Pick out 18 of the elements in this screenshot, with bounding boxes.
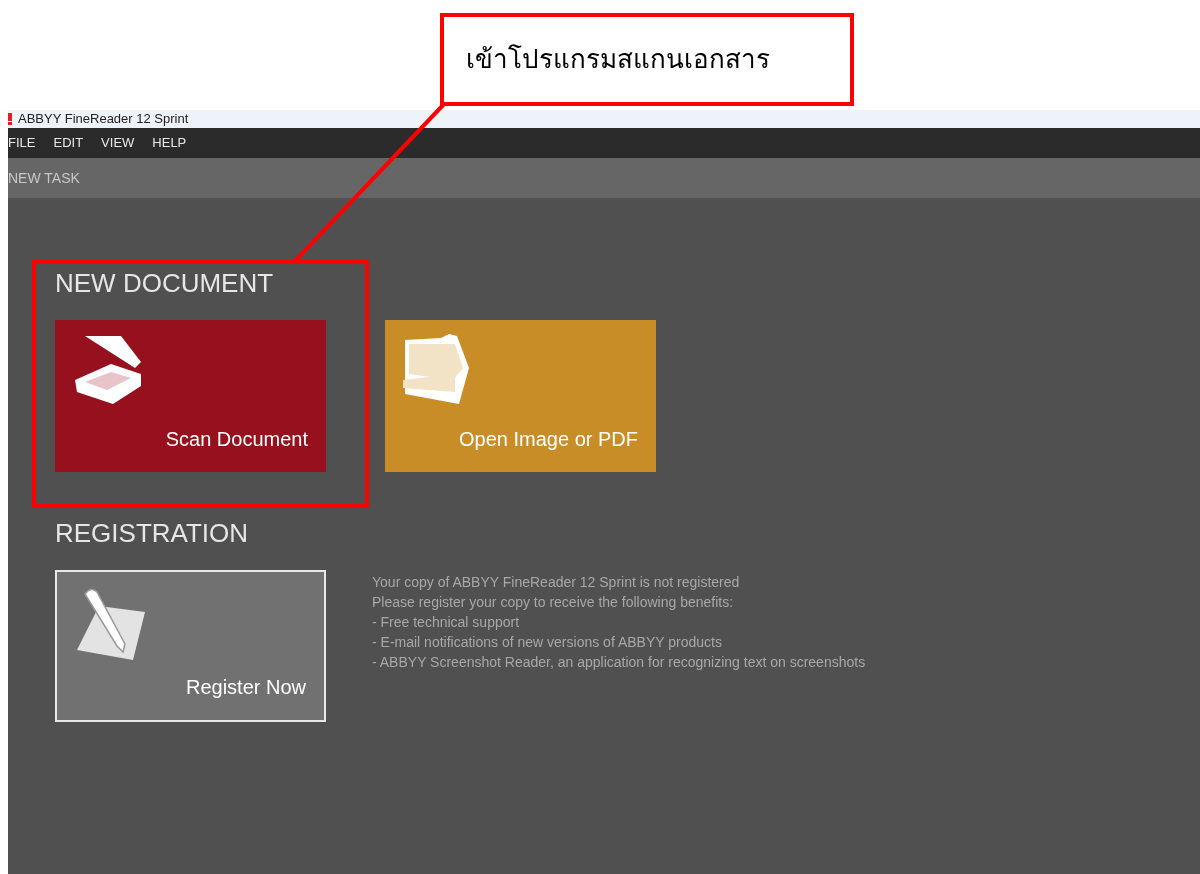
menu-item[interactable]: HELP — [152, 133, 187, 153]
notice-line: - E-mail notifications of new versions of ABBYY products — [372, 633, 723, 652]
register-tile[interactable]: Register Now — [55, 570, 326, 722]
menu-item[interactable]: EDIT — [53, 133, 84, 153]
menu-item[interactable]: VIEW — [101, 133, 135, 153]
notice-line: Your copy of ABBYY FineReader 12 Sprint is not registered — [372, 573, 741, 592]
scan-document-tile[interactable]: Scan Document — [55, 320, 326, 472]
notice-line: - Free technical support — [372, 613, 521, 632]
folder-icon — [401, 334, 471, 406]
menu-item[interactable]: FILE — [8, 133, 36, 153]
app-icon — [8, 113, 13, 125]
task-bar-title: NEW TASK — [8, 168, 80, 188]
notice-line: Please register your copy to receive the following benefits: — [372, 593, 735, 612]
section-heading: NEW DOCUMENT — [55, 270, 275, 296]
section-heading: REGISTRATION — [55, 520, 250, 546]
window-title: ABBYY FineReader 12 Sprint — [18, 110, 189, 129]
notice-line: - ABBYY Screenshot Reader, an application for recognizing text on screenshots — [372, 653, 866, 672]
callout-text: เข้าโปรแกรมสแกนเอกสาร — [466, 43, 770, 76]
